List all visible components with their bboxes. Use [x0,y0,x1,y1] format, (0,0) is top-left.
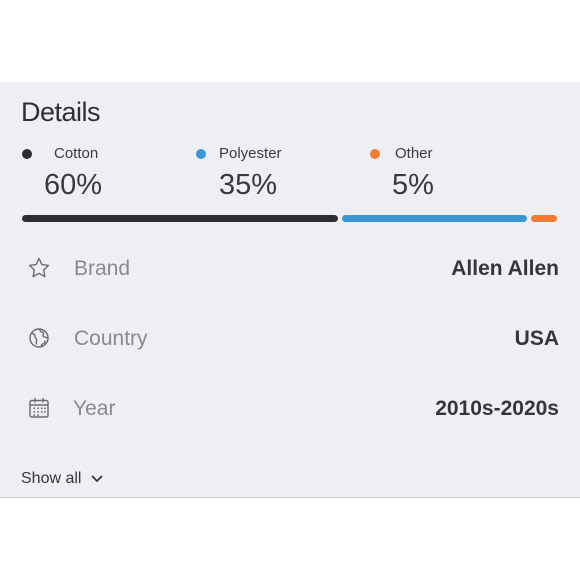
brand-label: Brand [74,257,131,280]
cotton-dot [22,149,32,159]
globe-icon [27,326,51,350]
country-value: USA [514,327,559,350]
legend-label-other: Other [395,145,433,162]
legend-percent-other: 5% [392,169,434,201]
calendar-icon [27,396,51,420]
country-label: Country [74,327,148,350]
star-icon [27,256,51,280]
year-value: 2010s-2020s [435,397,559,420]
brand-value: Allen Allen [451,257,559,280]
details-title: Details [21,97,101,127]
show-all-label: Show all [21,470,82,487]
details-panel: Details Cotton 60% Polyester 35% Other 5… [0,82,580,498]
year-row: Year 2010s-2020s [0,389,580,429]
legend-label-cotton: Cotton [54,145,99,162]
composition-bar-other [530,215,557,222]
composition-bar-cotton [22,215,339,222]
country-row: Country USA [0,319,580,359]
legend-percent-cotton: 60% [44,169,103,201]
show-all-button[interactable]: Show all [21,470,103,488]
brand-row: Brand Allen Allen [0,249,580,289]
polyester-dot [196,149,206,159]
legend-label-polyester: Polyester [219,145,282,162]
year-label: Year [73,397,116,420]
legend-percent-polyester: 35% [219,169,278,201]
other-dot [370,149,380,159]
chevron-down-icon [81,470,103,488]
composition-bar-polyester [342,215,527,222]
